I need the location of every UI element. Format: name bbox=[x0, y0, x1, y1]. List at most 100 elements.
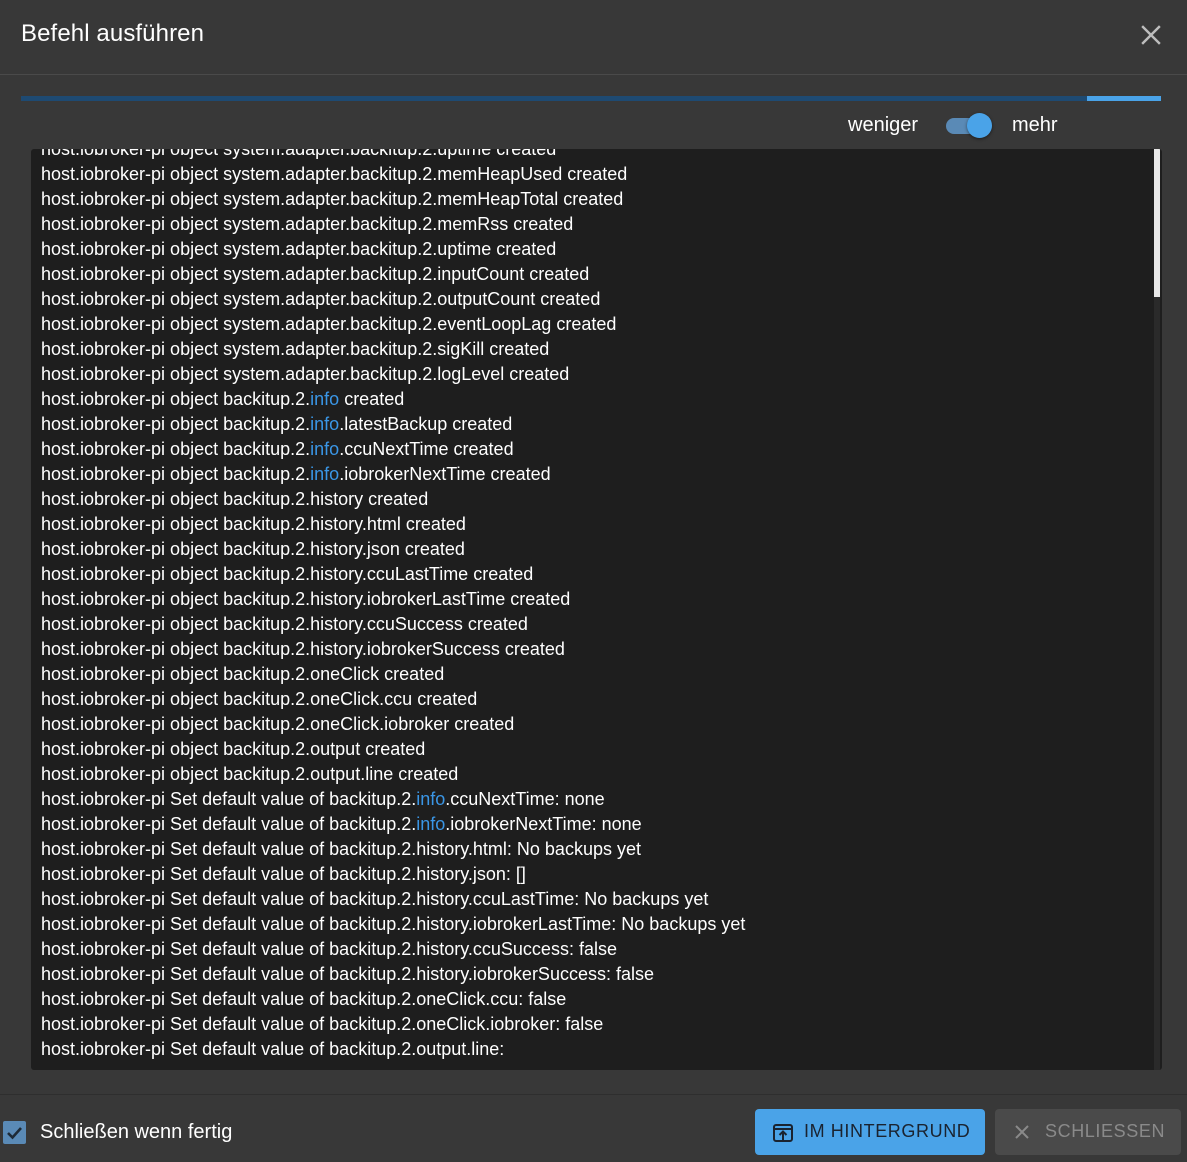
log-line-text: host.iobroker-pi object system.adapter.b… bbox=[41, 264, 590, 284]
log-line: host.iobroker-pi object backitup.2.histo… bbox=[41, 637, 1142, 662]
close-button-label: SCHLIESSEN bbox=[1045, 1121, 1166, 1141]
log-line-text: host.iobroker-pi Set default value of ba… bbox=[41, 839, 641, 859]
log-line: host.iobroker-pi object backitup.2.outpu… bbox=[41, 737, 1142, 762]
log-line: host.iobroker-pi object system.adapter.b… bbox=[41, 312, 1142, 337]
log-line: host.iobroker-pi object backitup.2.info.… bbox=[41, 412, 1142, 437]
log-line-text: host.iobroker-pi object system.adapter.b… bbox=[41, 189, 624, 209]
log-line-text: host.iobroker-pi object backitup.2.outpu… bbox=[41, 764, 459, 784]
log-line: host.iobroker-pi object backitup.2.histo… bbox=[41, 612, 1142, 637]
log-line-text: host.iobroker-pi object backitup.2.outpu… bbox=[41, 739, 426, 759]
log-scrollbar[interactable] bbox=[1154, 149, 1160, 1070]
log-line-text: host.iobroker-pi object backitup.2.oneCl… bbox=[41, 664, 445, 684]
switch-thumb[interactable] bbox=[967, 113, 992, 138]
close-when-done-label[interactable]: Schließen wenn fertig bbox=[40, 1121, 232, 1144]
log-output[interactable]: host.iobroker-pi object system.adapter.b… bbox=[31, 149, 1162, 1070]
log-line-highlight: info bbox=[416, 814, 446, 834]
run-in-background-button[interactable]: IM HINTERGRUND bbox=[755, 1109, 985, 1155]
log-line-text: host.iobroker-pi Set default value of ba… bbox=[41, 814, 417, 834]
log-line: host.iobroker-pi object system.adapter.b… bbox=[41, 362, 1142, 387]
log-line-text: host.iobroker-pi object backitup.2.histo… bbox=[41, 564, 534, 584]
log-line: host.iobroker-pi object backitup.2.info.… bbox=[41, 462, 1142, 487]
log-line-text: .ccuNextTime: none bbox=[445, 789, 605, 809]
log-line: host.iobroker-pi object backitup.2.histo… bbox=[41, 587, 1142, 612]
log-line: host.iobroker-pi object backitup.2.histo… bbox=[41, 487, 1142, 512]
dialog-title: Befehl ausführen bbox=[21, 20, 205, 47]
log-line-text: host.iobroker-pi object system.adapter.b… bbox=[41, 149, 557, 159]
log-line-text: host.iobroker-pi object system.adapter.b… bbox=[41, 239, 557, 259]
log-line-text: host.iobroker-pi Set default value of ba… bbox=[41, 939, 617, 959]
open-in-background-icon bbox=[772, 1122, 794, 1144]
log-line-text: host.iobroker-pi object backitup.2.oneCl… bbox=[41, 689, 478, 709]
log-line-text: .latestBackup created bbox=[339, 414, 513, 434]
log-line-text: host.iobroker-pi object backitup.2.histo… bbox=[41, 539, 465, 559]
log-line: host.iobroker-pi Set default value of ba… bbox=[41, 812, 1142, 837]
log-line-text: created bbox=[339, 389, 405, 409]
log-line: host.iobroker-pi Set default value of ba… bbox=[41, 837, 1142, 862]
log-line: host.iobroker-pi object system.adapter.b… bbox=[41, 212, 1142, 237]
log-line: host.iobroker-pi Set default value of ba… bbox=[41, 862, 1142, 887]
log-line-text: host.iobroker-pi object backitup.2.oneCl… bbox=[41, 714, 515, 734]
run-in-background-label: IM HINTERGRUND bbox=[804, 1121, 971, 1141]
progress-bar-end bbox=[1087, 96, 1161, 101]
toggle-more-label: mehr bbox=[1012, 114, 1058, 136]
log-line-highlight: info bbox=[416, 789, 446, 809]
log-line-highlight: info bbox=[310, 439, 340, 459]
log-line: host.iobroker-pi object system.adapter.b… bbox=[41, 187, 1142, 212]
log-line: host.iobroker-pi object backitup.2.histo… bbox=[41, 562, 1142, 587]
check-icon bbox=[7, 1127, 22, 1140]
log-line-text: host.iobroker-pi Set default value of ba… bbox=[41, 889, 709, 909]
toggle-less-label: weniger bbox=[848, 114, 919, 136]
log-line-text: host.iobroker-pi object system.adapter.b… bbox=[41, 339, 550, 359]
log-line-text: .iobrokerNextTime: none bbox=[445, 814, 642, 834]
log-line-text: host.iobroker-pi object backitup.2.histo… bbox=[41, 489, 429, 509]
log-line: host.iobroker-pi object system.adapter.b… bbox=[41, 149, 1142, 162]
log-line-text: host.iobroker-pi Set default value of ba… bbox=[41, 964, 654, 984]
log-line: host.iobroker-pi Set default value of ba… bbox=[41, 962, 1142, 987]
log-line-text: host.iobroker-pi Set default value of ba… bbox=[41, 1039, 505, 1059]
log-line-text: host.iobroker-pi object backitup.2. bbox=[41, 414, 311, 434]
log-line-text: host.iobroker-pi object backitup.2. bbox=[41, 439, 311, 459]
dialog-titlebar: Befehl ausführen bbox=[0, 0, 1187, 75]
progress-bar bbox=[21, 96, 1161, 101]
log-line-text: .ccuNextTime created bbox=[339, 439, 514, 459]
log-line: host.iobroker-pi object system.adapter.b… bbox=[41, 262, 1142, 287]
log-line: host.iobroker-pi object backitup.2.info.… bbox=[41, 437, 1142, 462]
log-line: host.iobroker-pi Set default value of ba… bbox=[41, 787, 1142, 812]
command-dialog: Befehl ausführen weniger mehr host.iobro… bbox=[0, 0, 1187, 1162]
close-button[interactable]: SCHLIESSEN bbox=[995, 1109, 1181, 1155]
progress-bar-fill bbox=[21, 96, 1093, 101]
log-line: host.iobroker-pi object backitup.2.info … bbox=[41, 387, 1142, 412]
log-line: host.iobroker-pi Set default value of ba… bbox=[41, 1037, 1142, 1062]
dialog-footer: Schließen wenn fertig IM HINTERGRUND SCH… bbox=[0, 1094, 1187, 1162]
log-line-text: host.iobroker-pi object backitup.2. bbox=[41, 464, 311, 484]
close-icon[interactable] bbox=[1139, 23, 1163, 47]
log-line-highlight: info bbox=[310, 389, 340, 409]
log-line: host.iobroker-pi object system.adapter.b… bbox=[41, 287, 1142, 312]
log-line: host.iobroker-pi object system.adapter.b… bbox=[41, 162, 1142, 187]
log-line-highlight: info bbox=[310, 464, 340, 484]
log-line-text: host.iobroker-pi object system.adapter.b… bbox=[41, 314, 617, 334]
log-line-text: host.iobroker-pi object backitup.2.histo… bbox=[41, 614, 528, 634]
detail-switch[interactable] bbox=[942, 112, 994, 140]
log-line: host.iobroker-pi object backitup.2.oneCl… bbox=[41, 712, 1142, 737]
log-line-text: host.iobroker-pi object backitup.2.histo… bbox=[41, 589, 571, 609]
log-line-text: host.iobroker-pi object system.adapter.b… bbox=[41, 164, 628, 184]
log-line: host.iobroker-pi Set default value of ba… bbox=[41, 937, 1142, 962]
log-line-text: host.iobroker-pi Set default value of ba… bbox=[41, 914, 746, 934]
log-scrollbar-thumb[interactable] bbox=[1154, 149, 1160, 297]
log-line-highlight: info bbox=[310, 414, 340, 434]
close-when-done-checkbox[interactable] bbox=[3, 1121, 26, 1144]
log-line-text: .iobrokerNextTime created bbox=[339, 464, 551, 484]
log-line: host.iobroker-pi Set default value of ba… bbox=[41, 987, 1142, 1012]
log-line: host.iobroker-pi object backitup.2.histo… bbox=[41, 537, 1142, 562]
log-line-text: host.iobroker-pi Set default value of ba… bbox=[41, 864, 526, 884]
log-line-text: host.iobroker-pi Set default value of ba… bbox=[41, 789, 417, 809]
log-line: host.iobroker-pi Set default value of ba… bbox=[41, 912, 1142, 937]
log-line: host.iobroker-pi Set default value of ba… bbox=[41, 887, 1142, 912]
log-line-text: host.iobroker-pi object system.adapter.b… bbox=[41, 214, 574, 234]
detail-toggle-row: weniger mehr bbox=[0, 112, 1187, 140]
log-line: host.iobroker-pi Set default value of ba… bbox=[41, 1012, 1142, 1037]
log-line: host.iobroker-pi object system.adapter.b… bbox=[41, 337, 1142, 362]
close-icon bbox=[1014, 1124, 1030, 1140]
log-line: host.iobroker-pi object backitup.2.oneCl… bbox=[41, 662, 1142, 687]
